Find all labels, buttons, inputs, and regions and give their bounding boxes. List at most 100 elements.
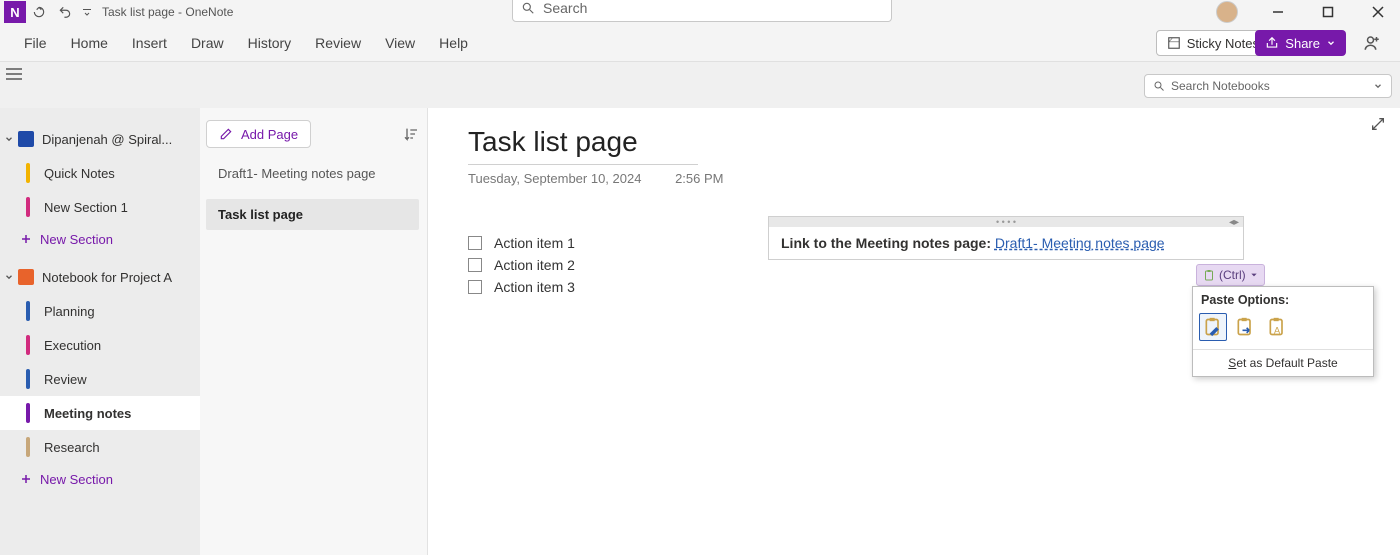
notebook-icon xyxy=(18,131,34,147)
paste-keep-source-formatting[interactable] xyxy=(1199,313,1227,341)
sidebar-section-label: Review xyxy=(44,372,87,387)
menu-help[interactable]: Help xyxy=(427,24,480,62)
section-color-stripe xyxy=(26,301,30,321)
sidebar-section[interactable]: Research xyxy=(0,430,200,464)
hamburger-icon xyxy=(6,67,22,81)
notebook-search-input[interactable]: Search Notebooks xyxy=(1144,74,1392,98)
menu-bar: File Home Insert Draw History Review Vie… xyxy=(0,24,1400,62)
titlebar-search-input[interactable]: Search xyxy=(512,0,892,22)
menu-draw[interactable]: Draw xyxy=(179,24,236,62)
chevron-down-icon xyxy=(4,272,18,282)
notebook-name: Notebook for Project A xyxy=(42,270,172,285)
window-maximize-button[interactable] xyxy=(1306,0,1350,24)
page-date-time: Tuesday, September 10, 2024 2:56 PM xyxy=(468,171,1360,186)
chevron-down-icon xyxy=(1373,81,1383,91)
sidebar-section[interactable]: Planning xyxy=(0,294,200,328)
page-list-item[interactable]: Task list page xyxy=(206,199,419,230)
sidebar-section[interactable]: Meeting notes xyxy=(0,396,200,430)
note-container-body[interactable]: Link to the Meeting notes page: Draft1- … xyxy=(769,227,1243,259)
search-icon xyxy=(1153,80,1165,92)
menu-home[interactable]: Home xyxy=(59,24,120,62)
window-title-page: Task list page xyxy=(102,5,175,19)
menu-insert[interactable]: Insert xyxy=(120,24,179,62)
svg-text:A: A xyxy=(1274,326,1281,336)
clipboard-icon xyxy=(1203,268,1215,282)
page-canvas[interactable]: Task list page Tuesday, September 10, 20… xyxy=(428,108,1400,555)
window-close-button[interactable] xyxy=(1356,0,1400,24)
expand-canvas-button[interactable] xyxy=(1370,116,1386,132)
new-section-button[interactable]: New Section xyxy=(0,464,200,494)
sticky-note-icon xyxy=(1167,36,1181,50)
notebook-name: Dipanjenah @ Spiral... xyxy=(42,132,172,147)
sidebar-section-label: Execution xyxy=(44,338,101,353)
page-time: 2:56 PM xyxy=(675,171,723,186)
notebook-icon xyxy=(18,269,34,285)
clipboard-brush-icon xyxy=(1203,316,1223,338)
onenote-app-icon: N xyxy=(4,1,26,23)
page-date: Tuesday, September 10, 2024 xyxy=(468,171,641,186)
note-container[interactable]: • • • •◂▸ Link to the Meeting notes page… xyxy=(768,216,1244,260)
chevron-down-icon xyxy=(4,134,18,144)
sidebar-section[interactable]: Quick Notes xyxy=(0,156,200,190)
edit-icon xyxy=(219,127,233,141)
sidebar-section[interactable]: Review xyxy=(0,362,200,396)
sidebar-section[interactable]: New Section 1 xyxy=(0,190,200,224)
share-icon xyxy=(1265,36,1279,50)
share-with-people-button[interactable] xyxy=(1358,30,1386,56)
new-section-button[interactable]: New Section xyxy=(0,224,200,254)
plus-icon xyxy=(20,473,32,485)
checkbox-icon[interactable] xyxy=(468,258,482,272)
plus-icon xyxy=(20,233,32,245)
menu-file[interactable]: File xyxy=(12,24,59,62)
undo-button[interactable] xyxy=(52,0,78,24)
checkbox-icon[interactable] xyxy=(468,236,482,250)
paste-options-ctrl-button[interactable]: (Ctrl) xyxy=(1196,264,1265,286)
page-title[interactable]: Task list page xyxy=(468,126,698,165)
sidebar-section-label: New Section 1 xyxy=(44,200,128,215)
menu-history[interactable]: History xyxy=(236,24,304,62)
add-page-button[interactable]: Add Page xyxy=(206,120,311,148)
sort-icon xyxy=(403,126,419,142)
notebook-row[interactable]: Dipanjenah @ Spiral... xyxy=(0,122,200,156)
section-color-stripe xyxy=(26,197,30,217)
page-list-panel: Add Page Draft1- Meeting notes page Task… xyxy=(200,108,428,555)
checkbox-icon[interactable] xyxy=(468,280,482,294)
page-list-item[interactable]: Draft1- Meeting notes page xyxy=(206,158,419,189)
quick-access-dropdown[interactable] xyxy=(78,0,96,24)
chevron-down-icon xyxy=(1326,38,1336,48)
section-color-stripe xyxy=(26,335,30,355)
section-color-stripe xyxy=(26,163,30,183)
clipboard-a-icon: A xyxy=(1267,316,1287,338)
nav-toggle-button[interactable] xyxy=(4,64,24,84)
menu-view[interactable]: View xyxy=(373,24,427,62)
menu-review[interactable]: Review xyxy=(303,24,373,62)
pasted-text-prefix: Link to the Meeting notes page: xyxy=(781,235,995,251)
account-avatar[interactable] xyxy=(1216,1,1238,23)
set-default-paste-button[interactable]: Set as Default Paste xyxy=(1193,350,1373,376)
back-button[interactable] xyxy=(26,0,52,24)
container-drag-handle[interactable]: • • • •◂▸ xyxy=(769,217,1243,227)
person-plus-icon xyxy=(1363,34,1381,52)
section-color-stripe xyxy=(26,403,30,423)
paste-merge-formatting[interactable] xyxy=(1231,313,1259,341)
notebook-row[interactable]: Notebook for Project A xyxy=(0,260,200,294)
window-title: Task list page - OneNote xyxy=(102,5,233,19)
sidebar-section-label: Meeting notes xyxy=(44,406,131,421)
sidebar-section-label: Research xyxy=(44,440,100,455)
paste-text-only[interactable]: A xyxy=(1263,313,1291,341)
share-button[interactable]: Share xyxy=(1255,30,1346,56)
expand-icon xyxy=(1370,116,1386,132)
sidebar-section[interactable]: Execution xyxy=(0,328,200,362)
notebook-sidebar: Dipanjenah @ Spiral... Quick Notes New S… xyxy=(0,108,200,555)
sort-pages-button[interactable] xyxy=(403,126,419,142)
internal-page-link[interactable]: Draft1- Meeting notes page xyxy=(995,235,1165,251)
caret-down-icon xyxy=(1250,271,1258,279)
sidebar-section-label: Planning xyxy=(44,304,95,319)
section-color-stripe xyxy=(26,437,30,457)
window-minimize-button[interactable] xyxy=(1256,0,1300,24)
window-title-app: OneNote xyxy=(185,5,233,19)
sticky-notes-button[interactable]: Sticky Notes xyxy=(1156,30,1270,56)
resize-handle-icon[interactable]: ◂▸ xyxy=(1229,217,1239,228)
clipboard-arrow-icon xyxy=(1235,316,1255,338)
search-icon xyxy=(521,1,535,15)
